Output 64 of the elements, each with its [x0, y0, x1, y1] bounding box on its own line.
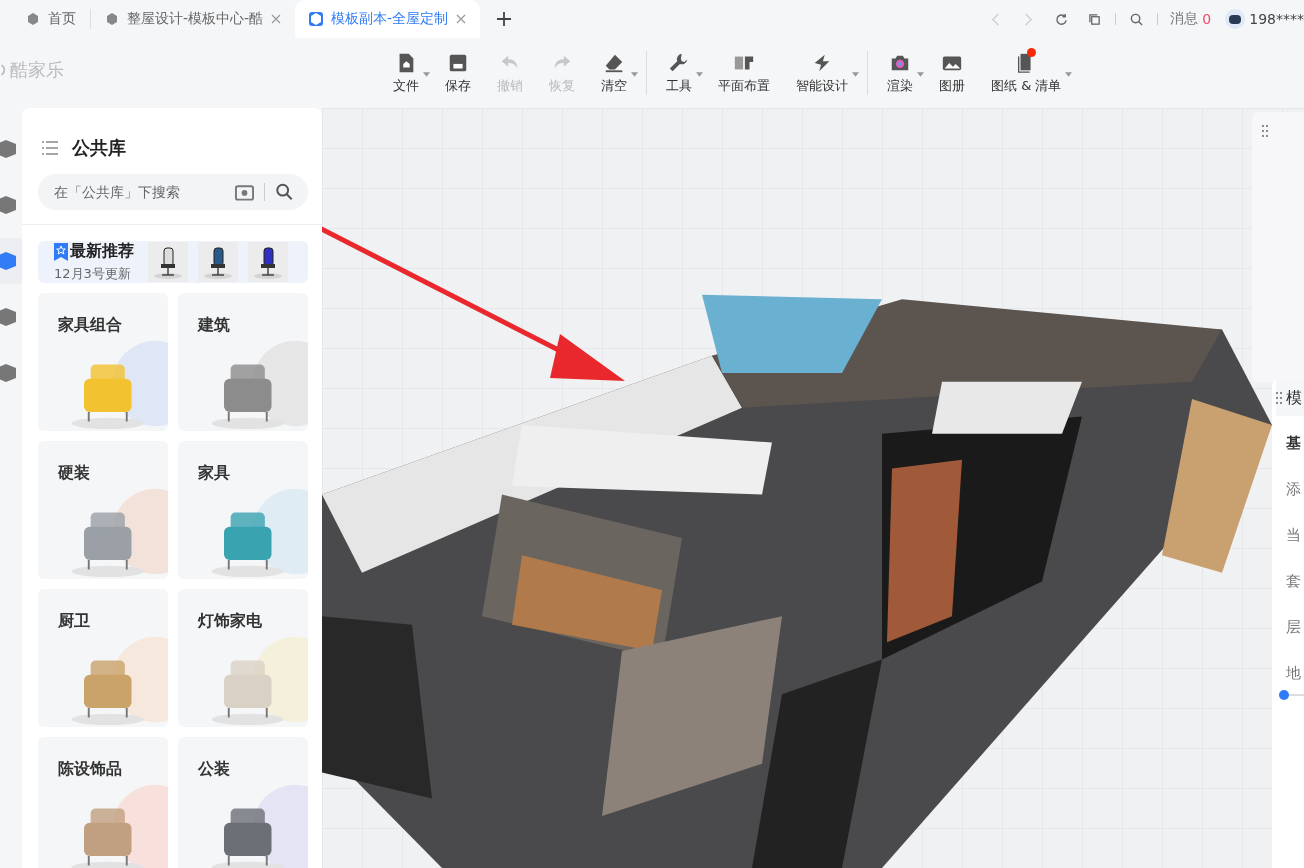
category-card[interactable]: 灯饰家电 — [178, 589, 308, 727]
site-icon — [309, 12, 324, 26]
featured-title: 最新推荐 — [70, 241, 134, 262]
category-card[interactable]: 硬装 — [38, 441, 168, 579]
search-icon[interactable] — [1130, 12, 1144, 26]
caret-icon — [423, 71, 430, 77]
refresh-icon[interactable] — [1055, 12, 1069, 26]
message-count: 0 — [1202, 11, 1212, 27]
property-label: 基 — [1286, 434, 1302, 452]
avatar-icon[interactable] — [1225, 9, 1246, 29]
close-icon[interactable] — [271, 14, 282, 24]
toolbar-button[interactable]: 平面布置 — [705, 51, 783, 95]
category-card[interactable]: 家具 — [178, 441, 308, 579]
user-name[interactable]: 198**** — [1249, 11, 1304, 27]
close-icon[interactable] — [456, 14, 467, 24]
caret-icon — [917, 71, 924, 77]
wrench-icon — [668, 51, 690, 74]
new-tab-icon[interactable] — [496, 11, 513, 27]
property-label: 地 — [1286, 664, 1302, 682]
toolbar-button[interactable]: 文件 — [380, 51, 432, 95]
toolbar-button[interactable]: 智能设计 — [783, 51, 861, 95]
category-card[interactable]: 公装 — [178, 737, 308, 868]
property-label: 层 — [1286, 618, 1302, 636]
search-bar[interactable]: 在「公共库」下搜索 — [38, 174, 308, 210]
panel-title: 公共库 — [72, 136, 126, 160]
browser-tab[interactable]: 首页 — [12, 9, 91, 29]
caret-icon — [696, 71, 703, 77]
search-icon[interactable] — [275, 183, 294, 201]
copy-icon[interactable] — [1088, 12, 1102, 26]
property-label: 添 — [1286, 480, 1302, 498]
browser-tab[interactable]: 整屋设计-模板中心-酷 — [91, 0, 296, 38]
sidebar-tab[interactable] — [0, 238, 22, 284]
caret-icon — [852, 71, 859, 77]
toolbar-button[interactable]: 清空 — [588, 51, 640, 95]
site-icon — [26, 12, 40, 26]
camera-icon[interactable] — [235, 183, 254, 201]
category-card[interactable]: 建筑 — [178, 293, 308, 431]
caret-icon — [631, 71, 638, 77]
featured-card[interactable]: 最新推荐 12月3号更新 — [38, 241, 308, 283]
slider-thumb[interactable] — [1279, 690, 1289, 700]
toolbar-button[interactable]: 图册 — [926, 51, 978, 95]
toolbar-button[interactable]: 工具 — [653, 51, 705, 95]
property-label: 套 — [1286, 572, 1302, 590]
property-label: 当 — [1286, 526, 1302, 544]
panel-title: 模 — [1286, 387, 1302, 409]
category-card[interactable]: 陈设饰品 — [38, 737, 168, 868]
featured-subtitle: 12月3号更新 — [54, 265, 132, 283]
drag-handle-icon[interactable] — [1276, 392, 1282, 404]
site-icon — [105, 12, 119, 26]
toolbar-button[interactable]: 渲染 — [874, 51, 926, 95]
browser-tab[interactable]: 模板副本-全屋定制 — [295, 0, 481, 38]
category-card[interactable]: 厨卫 — [38, 589, 168, 727]
toolbar-button[interactable]: 图纸 & 清单 — [978, 51, 1075, 95]
notification-dot — [1027, 47, 1037, 57]
toolbar-button[interactable]: 保存 — [432, 51, 484, 95]
bookmark-icon — [54, 242, 68, 261]
category-card[interactable]: 家具组合 — [38, 293, 168, 431]
list-icon[interactable] — [42, 141, 58, 155]
brand-name: 酷家乐 — [10, 58, 64, 82]
search-field[interactable]: 在「公共库」下搜索 — [52, 183, 225, 201]
caret-icon — [1065, 71, 1073, 77]
logo-icon — [0, 62, 8, 78]
drag-handle-icon[interactable] — [1262, 125, 1268, 137]
messages-link[interactable]: 消息 — [1170, 10, 1199, 28]
